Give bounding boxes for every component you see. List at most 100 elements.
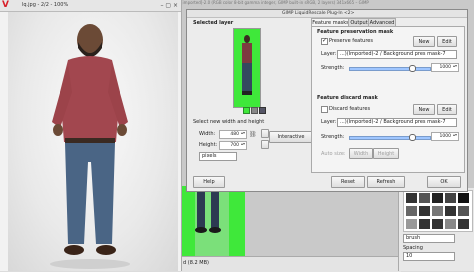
status-bar: d (8.2 MB)	[181, 256, 401, 272]
image-window-titlebar[interactable]: V lq.jpg - 2/2 - 100% – ▢ ×	[0, 0, 181, 12]
height-button-label: Height	[377, 151, 395, 157]
discard-strength-value: 1000	[439, 134, 451, 139]
spacing-field[interactable]: 10	[403, 252, 455, 261]
window-controls[interactable]: – ▢ ×	[160, 2, 178, 9]
chain-link-icon[interactable]: ⛓	[249, 131, 257, 138]
discard-layer-value: ...)(Imported)-2 / Background pres mask-…	[340, 119, 446, 125]
unit-select[interactable]: pixels	[199, 152, 237, 161]
discard-strength-knob[interactable]	[409, 134, 416, 141]
brush-swatch[interactable]	[419, 206, 430, 216]
spacing-value: 10	[406, 253, 413, 259]
brush-grid[interactable]	[403, 190, 473, 232]
auto-size-label: Auto size:	[321, 151, 346, 157]
discard-heading: Feature discard mask	[317, 95, 378, 101]
brush-swatch[interactable]	[445, 193, 456, 203]
preserve-layer-label: Layer:	[321, 51, 337, 57]
preserve-strength-knob[interactable]	[409, 65, 416, 72]
preservation-heading: Feature preservation mask	[317, 29, 394, 35]
brush-swatch[interactable]	[406, 206, 417, 216]
width-value: 480	[230, 132, 239, 137]
reset-button[interactable]: Reset	[331, 176, 365, 188]
brush-swatch[interactable]	[432, 219, 443, 229]
person-legs-silhouette	[195, 186, 229, 256]
brush-swatch[interactable]	[445, 219, 456, 229]
discard-layer-label: Layer:	[321, 119, 337, 125]
discard-features-checkbox[interactable]	[321, 106, 328, 113]
canvas-green-mask	[181, 186, 245, 256]
discard-strength-input[interactable]: 1000 ▴▾	[431, 132, 459, 141]
preserve-strength-slider[interactable]	[349, 67, 431, 71]
preserve-layer-value: ...)(Imported)-2 / Background pres mask-…	[340, 51, 446, 57]
reset-label: Reset	[341, 179, 355, 185]
preserve-strength-label: Strength:	[321, 65, 345, 71]
mask-color-dark-swatch[interactable]	[259, 107, 266, 114]
ok-label: OK	[440, 179, 448, 185]
image-window: V lq.jpg - 2/2 - 100% – ▢ ×	[0, 0, 182, 271]
brush-swatch[interactable]	[458, 193, 469, 203]
brush-swatch[interactable]	[445, 206, 456, 216]
mask-color-green-swatch[interactable]	[243, 107, 250, 114]
brush-swatch[interactable]	[432, 206, 443, 216]
brush-swatch[interactable]	[419, 219, 430, 229]
preserve-edit-button[interactable]: Edit	[437, 36, 457, 47]
brush-name-field[interactable]: brush	[403, 234, 455, 243]
height-value: 700	[230, 143, 239, 148]
layer-thumbnail	[242, 35, 252, 95]
edit-label: Edit	[442, 39, 452, 45]
discard-strength-slider[interactable]	[349, 136, 431, 140]
brush-swatch[interactable]	[406, 219, 417, 229]
auto-height-button[interactable]: Height	[373, 148, 399, 159]
backdrop-title: [imported]-2.0 (RGB color 8-bit gamma in…	[181, 0, 369, 5]
image-window-title: lq.jpg - 2/2 - 100%	[22, 2, 69, 8]
person-photo	[50, 24, 130, 269]
height-label: Height:	[199, 142, 218, 148]
unit-value: pixels	[202, 153, 217, 159]
refresh-button[interactable]: Refresh	[367, 176, 405, 188]
ok-button[interactable]: OK	[427, 176, 461, 188]
liquid-rescale-dialog: GIMP LiquidRescale Plug-In <2> Selected …	[186, 9, 468, 192]
interactive-button[interactable]: Interactive	[269, 131, 313, 143]
brushes-panel: brush Spacing 10	[398, 188, 474, 271]
spin-arrows-icon[interactable]: ▴▾	[241, 130, 245, 135]
brush-swatch[interactable]	[432, 193, 443, 203]
brush-swatch[interactable]	[406, 193, 417, 203]
discard-new-button[interactable]: New	[413, 104, 435, 115]
undo-size-icon[interactable]	[261, 140, 269, 149]
brush-name: brush	[406, 235, 421, 241]
preserve-layer-select[interactable]: ...)(Imported)-2 / Background pres mask-…	[337, 50, 457, 59]
brush-swatch[interactable]	[419, 193, 430, 203]
dialog-title: GIMP LiquidRescale Plug-In <2>	[282, 11, 355, 16]
interactive-label: Interactive	[277, 134, 305, 140]
height-input[interactable]: 700 ▴▾	[219, 141, 247, 150]
auto-width-button[interactable]: Width	[349, 148, 373, 159]
help-button[interactable]: Help	[193, 176, 225, 188]
new-label: New	[418, 39, 430, 45]
memory-status: d (8.2 MB)	[183, 260, 209, 266]
mask-color-gray-swatch[interactable]	[251, 107, 258, 114]
brush-swatch[interactable]	[458, 219, 469, 229]
preserve-strength-value: 1000	[439, 65, 451, 70]
preserve-features-label: Preserve features	[329, 38, 373, 44]
width-label: Width:	[199, 131, 216, 137]
help-label: Help	[203, 179, 215, 185]
edit-label: Edit	[442, 107, 452, 113]
reset-size-icon[interactable]	[261, 129, 269, 138]
spin-arrows-icon[interactable]: ▴▾	[241, 141, 245, 146]
discard-layer-select[interactable]: ...)(Imported)-2 / Background pres mask-…	[337, 118, 457, 127]
discard-strength-label: Strength:	[321, 134, 345, 140]
preserve-strength-input[interactable]: 1000 ▴▾	[431, 63, 459, 72]
discard-edit-button[interactable]: Edit	[437, 104, 457, 115]
spin-arrows-icon[interactable]: ▴▾	[453, 63, 457, 68]
preserve-new-button[interactable]: New	[413, 36, 435, 47]
discard-features-label: Discard features	[329, 106, 371, 112]
spin-arrows-icon[interactable]: ▴▾	[453, 132, 457, 137]
brush-swatch[interactable]	[458, 206, 469, 216]
image-canvas[interactable]	[8, 12, 178, 271]
preserve-features-checkbox[interactable]	[321, 37, 328, 45]
width-button-label: Width	[353, 151, 369, 157]
selected-layer-heading: Selected layer	[193, 20, 234, 26]
width-input[interactable]: 480 ▴▾	[219, 130, 247, 139]
layer-preview	[233, 28, 261, 108]
spacing-label: Spacing	[403, 245, 423, 251]
dialog-titlebar[interactable]: GIMP LiquidRescale Plug-In <2>	[187, 10, 467, 18]
